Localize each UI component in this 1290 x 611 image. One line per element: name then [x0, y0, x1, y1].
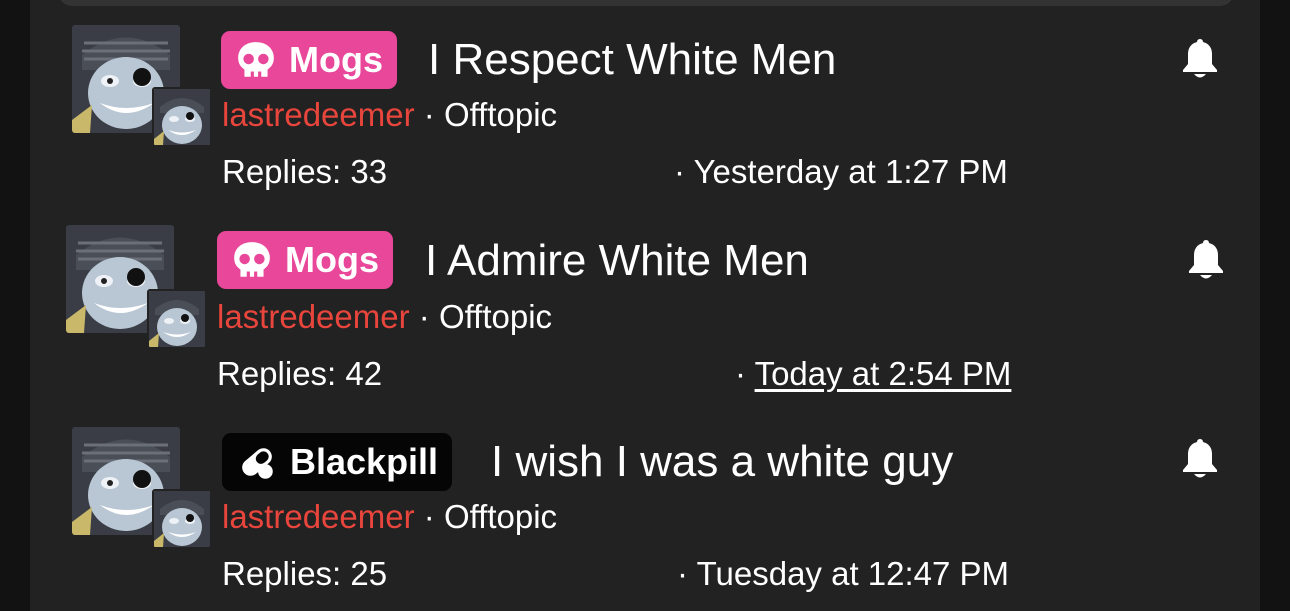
- last-poster-avatar[interactable]: [152, 87, 212, 147]
- reply-count: Replies: 25: [222, 555, 388, 592]
- skull-icon: [235, 39, 277, 81]
- date-separator: ·: [674, 153, 685, 190]
- last-post-date[interactable]: · Tuesday at 12:47 PM: [677, 557, 1009, 590]
- thread-author-link[interactable]: lastredeemer: [217, 298, 410, 335]
- meta-separator: ·: [423, 96, 435, 133]
- date-separator: ·: [677, 555, 688, 592]
- thread-author-link[interactable]: lastredeemer: [222, 498, 415, 535]
- thread-item[interactable]: Mogs I Respect White Men lastredeemer · …: [0, 0, 1290, 200]
- thread-meta: lastredeemer · Offtopic: [222, 98, 557, 131]
- meta-separator: ·: [423, 498, 435, 535]
- meta-separator: ·: [418, 298, 430, 335]
- bell-icon[interactable]: [1181, 437, 1219, 481]
- reply-count: Replies: 42: [217, 355, 383, 392]
- thread-prefix-mogs[interactable]: Mogs: [217, 231, 393, 289]
- pills-icon: [236, 441, 278, 483]
- forum-link[interactable]: Offtopic: [439, 298, 552, 335]
- thread-prefix-blackpill[interactable]: Blackpill: [222, 433, 453, 491]
- thread-prefix-mogs[interactable]: Mogs: [221, 31, 397, 89]
- last-post-date-link[interactable]: Today at 2:54 PM: [755, 355, 1012, 392]
- last-poster-avatar[interactable]: [152, 489, 212, 549]
- last-post-date[interactable]: · Yesterday at 1:27 PM: [674, 155, 1008, 188]
- thread-meta: lastredeemer · Offtopic: [217, 300, 552, 333]
- last-post-date-link[interactable]: Yesterday at 1:27 PM: [694, 153, 1008, 190]
- forum-link[interactable]: Offtopic: [444, 96, 557, 133]
- thread-title[interactable]: I Admire White Men: [425, 239, 809, 283]
- last-post-date[interactable]: · Today at 2:54 PM: [735, 357, 1011, 390]
- skull-icon: [231, 239, 273, 281]
- prefix-label: Mogs: [289, 39, 383, 80]
- thread-author-link[interactable]: lastredeemer: [222, 96, 415, 133]
- bell-icon[interactable]: [1187, 238, 1225, 282]
- thread-title[interactable]: I wish I was a white guy: [491, 440, 953, 484]
- last-poster-avatar[interactable]: [147, 289, 207, 349]
- thread-item[interactable]: Mogs I Admire White Men lastredeemer · O…: [0, 200, 1290, 400]
- bell-icon[interactable]: [1181, 37, 1219, 81]
- date-separator: ·: [735, 355, 746, 392]
- thread-meta: lastredeemer · Offtopic: [222, 500, 557, 533]
- last-post-date-link[interactable]: Tuesday at 12:47 PM: [697, 555, 1009, 592]
- forum-link[interactable]: Offtopic: [444, 498, 557, 535]
- prefix-label: Blackpill: [290, 441, 439, 482]
- thread-title[interactable]: I Respect White Men: [428, 38, 836, 82]
- thread-item[interactable]: Blackpill I wish I was a white guy lastr…: [0, 400, 1290, 600]
- reply-count: Replies: 33: [222, 153, 388, 190]
- prefix-label: Mogs: [285, 239, 379, 280]
